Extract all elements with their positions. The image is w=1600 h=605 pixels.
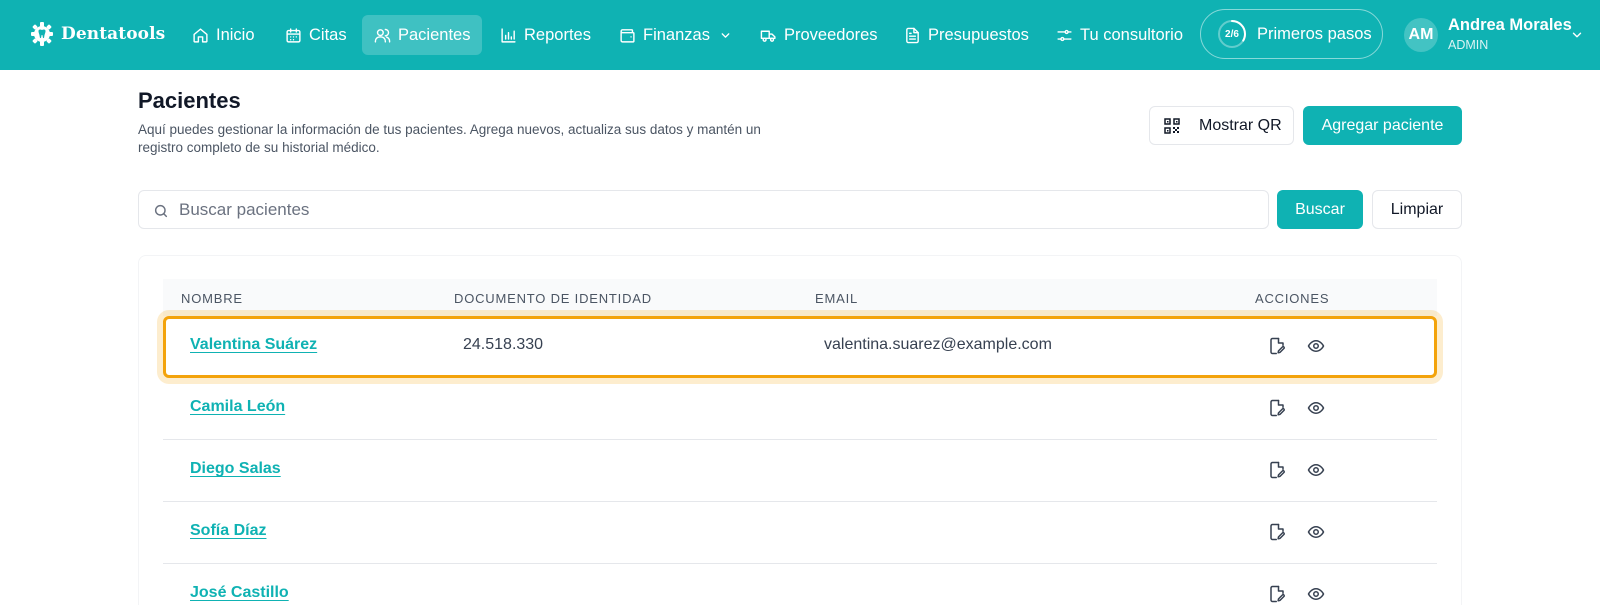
nav-item-reportes[interactable]: Reportes [488,15,603,55]
document-icon [906,27,919,43]
column-header-email: EMAIL [815,291,859,306]
nav-item-inicio[interactable]: Inicio [180,15,267,55]
clear-button[interactable]: Limpiar [1372,190,1462,229]
nav-label: Reportes [524,25,591,44]
avatar[interactable]: AM [1404,18,1438,52]
brand-logo[interactable]: Dentatools [30,21,165,47]
search-input[interactable] [179,191,1259,228]
bar-chart-icon [501,27,516,43]
table-header [163,279,1437,316]
qr-code-icon [1164,118,1180,134]
column-header-name: NOMBRE [181,291,243,306]
nav-label: Presupuestos [928,25,1029,44]
page-description: Aquí puedes gestionar la información de … [138,122,761,155]
eye-icon[interactable] [1306,337,1326,355]
edit-document-icon[interactable] [1268,585,1286,603]
home-icon [193,27,208,43]
search-box[interactable] [138,190,1269,229]
patient-name-link[interactable]: Valentina Suárez [190,336,317,354]
column-header-actions: ACCIONES [1255,291,1330,306]
nav-item-finanzas[interactable]: Finanzas [607,15,744,55]
users-icon [374,28,391,43]
nav-item-proveedores[interactable]: Proveedores [748,15,890,55]
onboarding-label: Primeros pasos [1257,25,1372,43]
onboarding-progress-text: 2/6 [1225,28,1239,40]
column-header-document: DOCUMENTO DE IDENTIDAD [454,291,652,306]
user-role: ADMIN [1448,38,1489,52]
chevron-down-icon[interactable] [1570,28,1584,42]
truck-icon [760,30,776,42]
patient-document: 24.518.330 [463,336,544,353]
nav-label: Pacientes [398,25,471,44]
show-qr-label: Mostrar QR [1199,117,1282,134]
search-button[interactable]: Buscar [1277,190,1363,229]
patient-email: valentina.suarez@example.com [824,336,1052,353]
chevron-down-icon [721,32,730,38]
page-title: Pacientes [138,88,241,113]
wallet-icon [620,28,635,43]
patient-name-link[interactable]: Camila León [190,398,285,416]
brand-name: Dentatools [61,24,166,44]
tooth-gear-icon [31,22,53,46]
user-name[interactable]: Andrea Morales [1448,16,1572,35]
nav-item-citas[interactable]: Citas [273,15,359,55]
eye-icon[interactable] [1306,399,1326,417]
table-row[interactable]: Sofía Díaz [163,502,1437,564]
patient-name-link[interactable]: Sofía Díaz [190,522,266,540]
nav-label: Inicio [216,25,255,44]
patient-name-link[interactable]: José Castillo [190,584,289,602]
eye-icon[interactable] [1306,523,1326,541]
nav-label: Finanzas [643,25,710,44]
show-qr-button[interactable]: Mostrar QR [1149,106,1294,145]
edit-document-icon[interactable] [1268,523,1286,541]
nav-label: Proveedores [784,25,878,44]
eye-icon[interactable] [1306,461,1326,479]
edit-document-icon[interactable] [1268,461,1286,479]
nav-label: Citas [309,25,347,44]
table-row[interactable]: Camila León [163,378,1437,440]
top-navbar: Dentatools Inicio Citas Pacientes Report… [0,0,1600,70]
search-icon [154,204,168,218]
nav-label: Tu consultorio [1080,25,1184,44]
onboarding-button[interactable]: 2/6 Primeros pasos [1200,9,1383,59]
edit-document-icon[interactable] [1268,399,1286,417]
patient-name-link[interactable]: Diego Salas [190,460,281,478]
table-row[interactable]: Diego Salas [163,440,1437,502]
nav-item-tu-consultorio[interactable]: Tu consultorio [1044,15,1195,55]
nav-item-presupuestos[interactable]: Presupuestos [892,15,1041,55]
edit-document-icon[interactable] [1268,337,1286,355]
table-row[interactable]: Valentina Suárez 24.518.330 valentina.su… [163,316,1437,378]
calendar-icon [286,27,301,43]
eye-icon[interactable] [1306,585,1326,603]
settings-sliders-icon [1057,29,1072,41]
add-patient-button[interactable]: Agregar paciente [1303,106,1462,145]
table-row[interactable]: José Castillo [163,564,1437,605]
nav-item-pacientes[interactable]: Pacientes [362,15,482,55]
